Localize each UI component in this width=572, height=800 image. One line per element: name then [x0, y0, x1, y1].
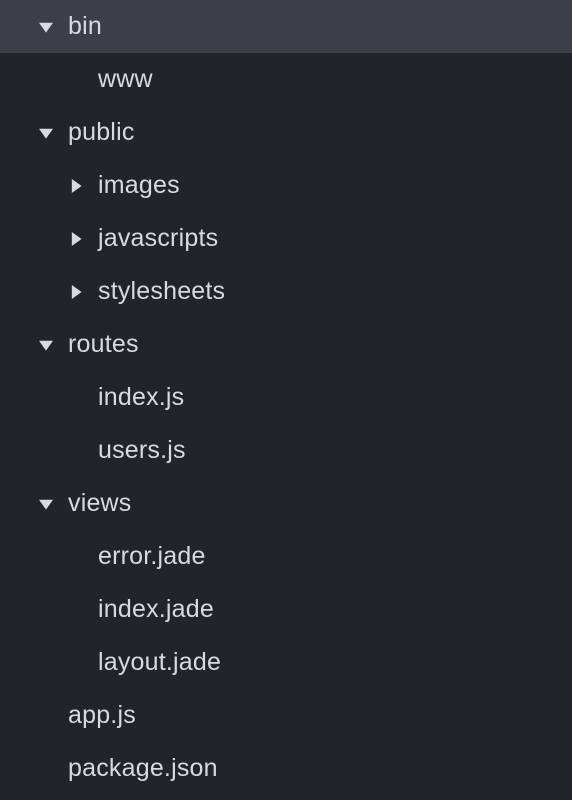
folder-label: stylesheets — [98, 277, 225, 306]
chevron-right-icon — [68, 178, 84, 194]
tree-item-www[interactable]: www — [0, 53, 572, 106]
tree-item-index-jade[interactable]: index.jade — [0, 583, 572, 636]
file-label: app.js — [68, 701, 136, 730]
tree-item-javascripts[interactable]: javascripts — [0, 212, 572, 265]
file-label: error.jade — [98, 542, 206, 571]
tree-item-app-js[interactable]: app.js — [0, 689, 572, 742]
tree-item-layout-jade[interactable]: layout.jade — [0, 636, 572, 689]
chevron-right-icon — [68, 284, 84, 300]
tree-item-images[interactable]: images — [0, 159, 572, 212]
folder-label: views — [68, 489, 132, 518]
file-label: layout.jade — [98, 648, 221, 677]
chevron-down-icon — [38, 125, 54, 141]
chevron-down-icon — [38, 337, 54, 353]
file-tree: bin www public images javascripts stylesheets… — [0, 0, 572, 795]
tree-item-error-jade[interactable]: error.jade — [0, 530, 572, 583]
file-label: package.json — [68, 754, 218, 783]
folder-label: javascripts — [98, 224, 218, 253]
file-label: index.jade — [98, 595, 214, 624]
file-label: index.js — [98, 383, 184, 412]
tree-item-views[interactable]: views — [0, 477, 572, 530]
chevron-down-icon — [38, 496, 54, 512]
tree-item-bin[interactable]: bin — [0, 0, 572, 53]
tree-item-stylesheets[interactable]: stylesheets — [0, 265, 572, 318]
chevron-right-icon — [68, 231, 84, 247]
file-label: www — [98, 65, 153, 94]
folder-label: images — [98, 171, 180, 200]
file-label: users.js — [98, 436, 186, 465]
folder-label: bin — [68, 12, 102, 41]
tree-item-routes[interactable]: routes — [0, 318, 572, 371]
folder-label: routes — [68, 330, 139, 359]
tree-item-public[interactable]: public — [0, 106, 572, 159]
chevron-down-icon — [38, 19, 54, 35]
tree-item-package-json[interactable]: package.json — [0, 742, 572, 795]
tree-item-index-js[interactable]: index.js — [0, 371, 572, 424]
folder-label: public — [68, 118, 135, 147]
tree-item-users-js[interactable]: users.js — [0, 424, 572, 477]
